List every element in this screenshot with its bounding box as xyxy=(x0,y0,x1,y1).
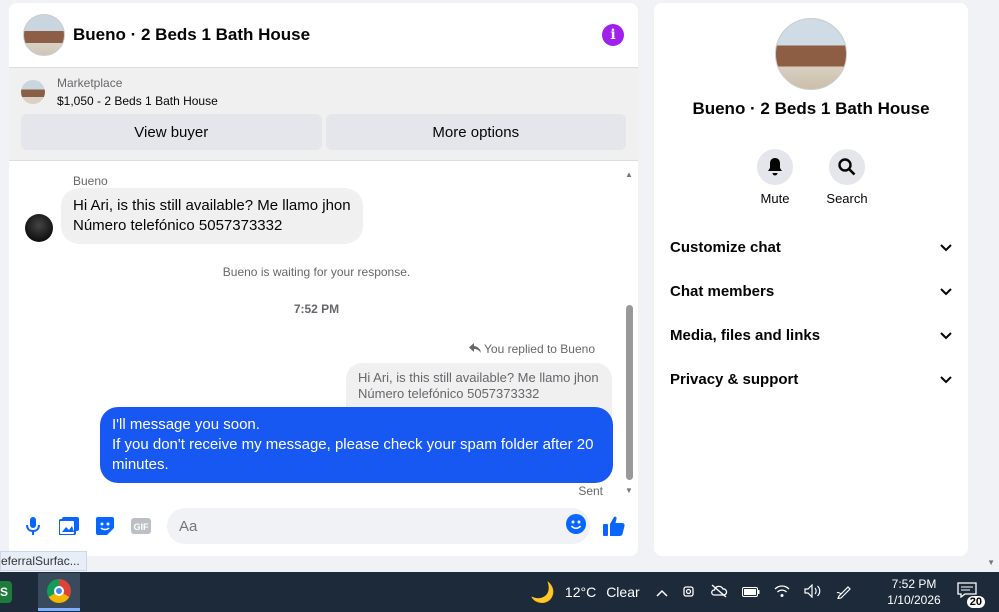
gif-label: GIF xyxy=(134,522,150,532)
view-buyer-button[interactable]: View buyer xyxy=(21,114,322,150)
wifi-icon[interactable] xyxy=(774,584,790,601)
page-scroll-down-icon[interactable]: ▼ xyxy=(987,558,995,567)
composer-bar: GIF xyxy=(9,496,638,556)
outgoing-message[interactable]: I'll message you soon. If you don't rece… xyxy=(100,407,613,483)
taskbar-tooltip: eferralSurfac... xyxy=(0,551,87,571)
clock-date: 1/10/2026 xyxy=(887,593,941,607)
info-avatar[interactable] xyxy=(775,18,847,90)
weather-widget[interactable]: 🌙 12°C Clear xyxy=(530,580,640,605)
chat-avatar[interactable] xyxy=(23,14,65,56)
photo-icon[interactable] xyxy=(57,514,81,538)
replied-label: You replied to Bueno xyxy=(468,342,595,356)
replied-text: You replied to Bueno xyxy=(484,342,595,356)
outgoing-message-line: I'll message you soon. xyxy=(112,416,260,433)
chrome-icon xyxy=(47,578,71,603)
info-actions: Mute Search xyxy=(654,149,968,206)
chevron-down-icon xyxy=(940,239,952,256)
listing-thumbnail[interactable] xyxy=(21,80,45,104)
listing-title[interactable]: $1,050 - 2 Beds 1 Bath House xyxy=(57,94,218,108)
privacy-support-item[interactable]: Privacy & support xyxy=(670,357,952,401)
more-options-button[interactable]: More options xyxy=(325,114,626,150)
chat-header: Bueno · 2 Beds 1 Bath House i xyxy=(9,3,638,68)
emoji-icon[interactable] xyxy=(566,514,586,534)
chevron-down-icon xyxy=(940,371,952,388)
taskbar-clock[interactable]: 7:52 PM 1/10/2026 xyxy=(886,576,942,608)
scroll-up-arrow-icon[interactable]: ▲ xyxy=(625,170,633,179)
incoming-message-line: Hi Ari, is this still available? Me llam… xyxy=(73,197,351,214)
meet-now-icon[interactable] xyxy=(682,584,696,601)
waiting-notice: Bueno is waiting for your response. xyxy=(222,265,411,279)
sender-name: Bueno xyxy=(73,174,108,188)
message-list[interactable]: Bueno Hi Ari, is this still available? M… xyxy=(9,168,638,498)
taskbar: S 🌙 12°C Clear 7:52 PM 1/10/2026 20 xyxy=(0,572,999,612)
chat-title[interactable]: Bueno · 2 Beds 1 Bath House xyxy=(73,25,310,45)
moon-icon: 🌙 xyxy=(530,581,555,604)
incoming-message-line: Número telefónico 5057373332 xyxy=(73,217,283,234)
quoted-line: Número telefónico 5057373332 xyxy=(358,386,540,401)
notification-center-icon[interactable]: 20 xyxy=(957,582,985,608)
info-title: Bueno · 2 Beds 1 Bath House xyxy=(692,99,930,118)
marketplace-label: Marketplace xyxy=(57,76,123,90)
like-icon[interactable] xyxy=(602,514,626,538)
menu-item-label: Customize chat xyxy=(670,238,781,256)
search-label: Search xyxy=(826,191,868,206)
chevron-down-icon xyxy=(940,327,952,344)
system-tray xyxy=(656,583,852,602)
search-icon[interactable] xyxy=(829,149,865,185)
mute-button[interactable]: Mute xyxy=(757,149,793,206)
conversation-info-panel: Bueno · 2 Beds 1 Bath House Mute Search … xyxy=(654,3,968,556)
media-files-links-item[interactable]: Media, files and links xyxy=(670,313,952,357)
weather-temp: 12°C xyxy=(564,584,597,600)
customize-chat-item[interactable]: Customize chat xyxy=(670,225,952,269)
clock-time: 7:52 PM xyxy=(891,577,937,591)
notification-count: 20 xyxy=(966,596,985,608)
reply-icon xyxy=(468,342,484,356)
microphone-icon[interactable] xyxy=(21,514,45,538)
incoming-message[interactable]: Hi Ari, is this still available? Me llam… xyxy=(61,188,363,244)
mute-label: Mute xyxy=(760,191,790,206)
sticker-icon[interactable] xyxy=(93,514,117,538)
message-timestamp: 7:52 PM xyxy=(293,302,340,316)
message-input[interactable] xyxy=(167,508,590,544)
scrollbar[interactable]: ▲ ▼ xyxy=(624,168,634,495)
chevron-up-icon[interactable] xyxy=(656,584,668,600)
marketplace-banner: Marketplace $1,050 - 2 Beds 1 Bath House… xyxy=(9,68,638,161)
search-button[interactable]: Search xyxy=(826,149,868,206)
weather-desc: Clear xyxy=(606,584,640,600)
pen-icon[interactable] xyxy=(836,583,852,602)
menu-item-label: Privacy & support xyxy=(670,370,799,388)
outgoing-message-line: If you don't receive my message, please … xyxy=(112,436,594,473)
chrome-taskbar-button[interactable] xyxy=(38,573,80,611)
volume-icon[interactable] xyxy=(804,583,822,601)
gif-icon[interactable]: GIF xyxy=(129,514,153,538)
chat-panel: Bueno · 2 Beds 1 Bath House i Marketplac… xyxy=(9,3,638,556)
chevron-down-icon xyxy=(940,283,952,300)
info-icon[interactable]: i xyxy=(602,24,624,46)
taskbar-app-s[interactable]: S xyxy=(0,581,12,603)
cloud-offline-icon[interactable] xyxy=(710,584,728,601)
chat-members-item[interactable]: Chat members xyxy=(670,269,952,313)
quoted-line: Hi Ari, is this still available? Me llam… xyxy=(358,370,599,385)
menu-item-label: Media, files and links xyxy=(670,326,821,344)
sender-avatar[interactable] xyxy=(25,214,53,242)
info-menu: Customize chat Chat members Media, files… xyxy=(670,225,952,401)
menu-item-label: Chat members xyxy=(670,282,775,300)
battery-icon[interactable] xyxy=(742,584,760,600)
bell-icon[interactable] xyxy=(757,149,793,185)
scrollbar-thumb[interactable] xyxy=(626,305,633,480)
scroll-down-arrow-icon[interactable]: ▼ xyxy=(625,486,633,495)
